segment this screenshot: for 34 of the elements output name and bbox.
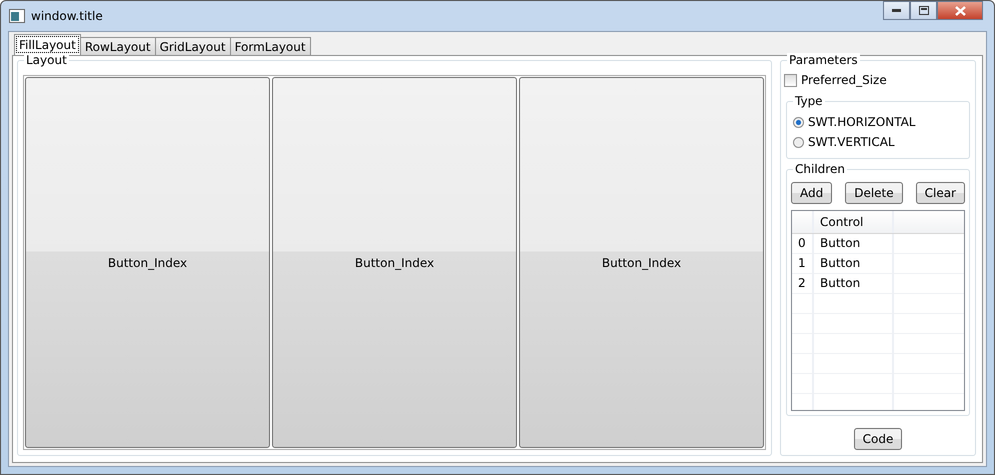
table-cell[interactable]: Button — [814, 254, 894, 273]
checkbox[interactable] — [784, 74, 797, 86]
tab[interactable]: FillLayout — [14, 34, 81, 55]
group-title: Type — [793, 94, 825, 108]
layout-button[interactable]: Button_Index — [519, 77, 764, 448]
minimize-icon — [892, 9, 901, 12]
window-title: window.title — [31, 9, 104, 23]
radio-label: SWT.HORIZONTAL — [808, 115, 916, 129]
code-button[interactable]: Code — [854, 428, 902, 450]
table-cell[interactable]: Button — [814, 234, 894, 253]
tab[interactable]: FormLayout — [230, 37, 311, 55]
row-index: 0 — [792, 234, 814, 253]
row-index: 1 — [792, 254, 814, 273]
tab[interactable]: GridLayout — [154, 37, 231, 55]
group-title: Children — [793, 162, 847, 176]
tab[interactable]: RowLayout — [80, 37, 156, 55]
layout-button[interactable]: Button_Index — [25, 77, 270, 448]
delete-button[interactable]: Delete — [845, 182, 903, 204]
clear-button[interactable]: Clear — [916, 182, 965, 204]
table-cell[interactable]: Button — [814, 274, 894, 293]
checkbox-label: Preferred_Size — [801, 73, 887, 87]
radio-button[interactable] — [793, 136, 804, 148]
layout-button[interactable]: Button_Index — [272, 77, 517, 448]
maximize-icon — [918, 6, 928, 15]
radio-label: SWT.VERTICAL — [808, 135, 895, 149]
close-button[interactable] — [937, 1, 983, 20]
group-title: Parameters — [787, 53, 860, 67]
add-button[interactable]: Add — [791, 182, 832, 204]
close-icon — [954, 6, 966, 16]
app-icon — [9, 9, 25, 23]
row-index: 2 — [792, 274, 814, 293]
radio-button[interactable] — [793, 116, 804, 128]
maximize-button[interactable] — [910, 1, 937, 20]
minimize-button[interactable] — [883, 1, 910, 20]
